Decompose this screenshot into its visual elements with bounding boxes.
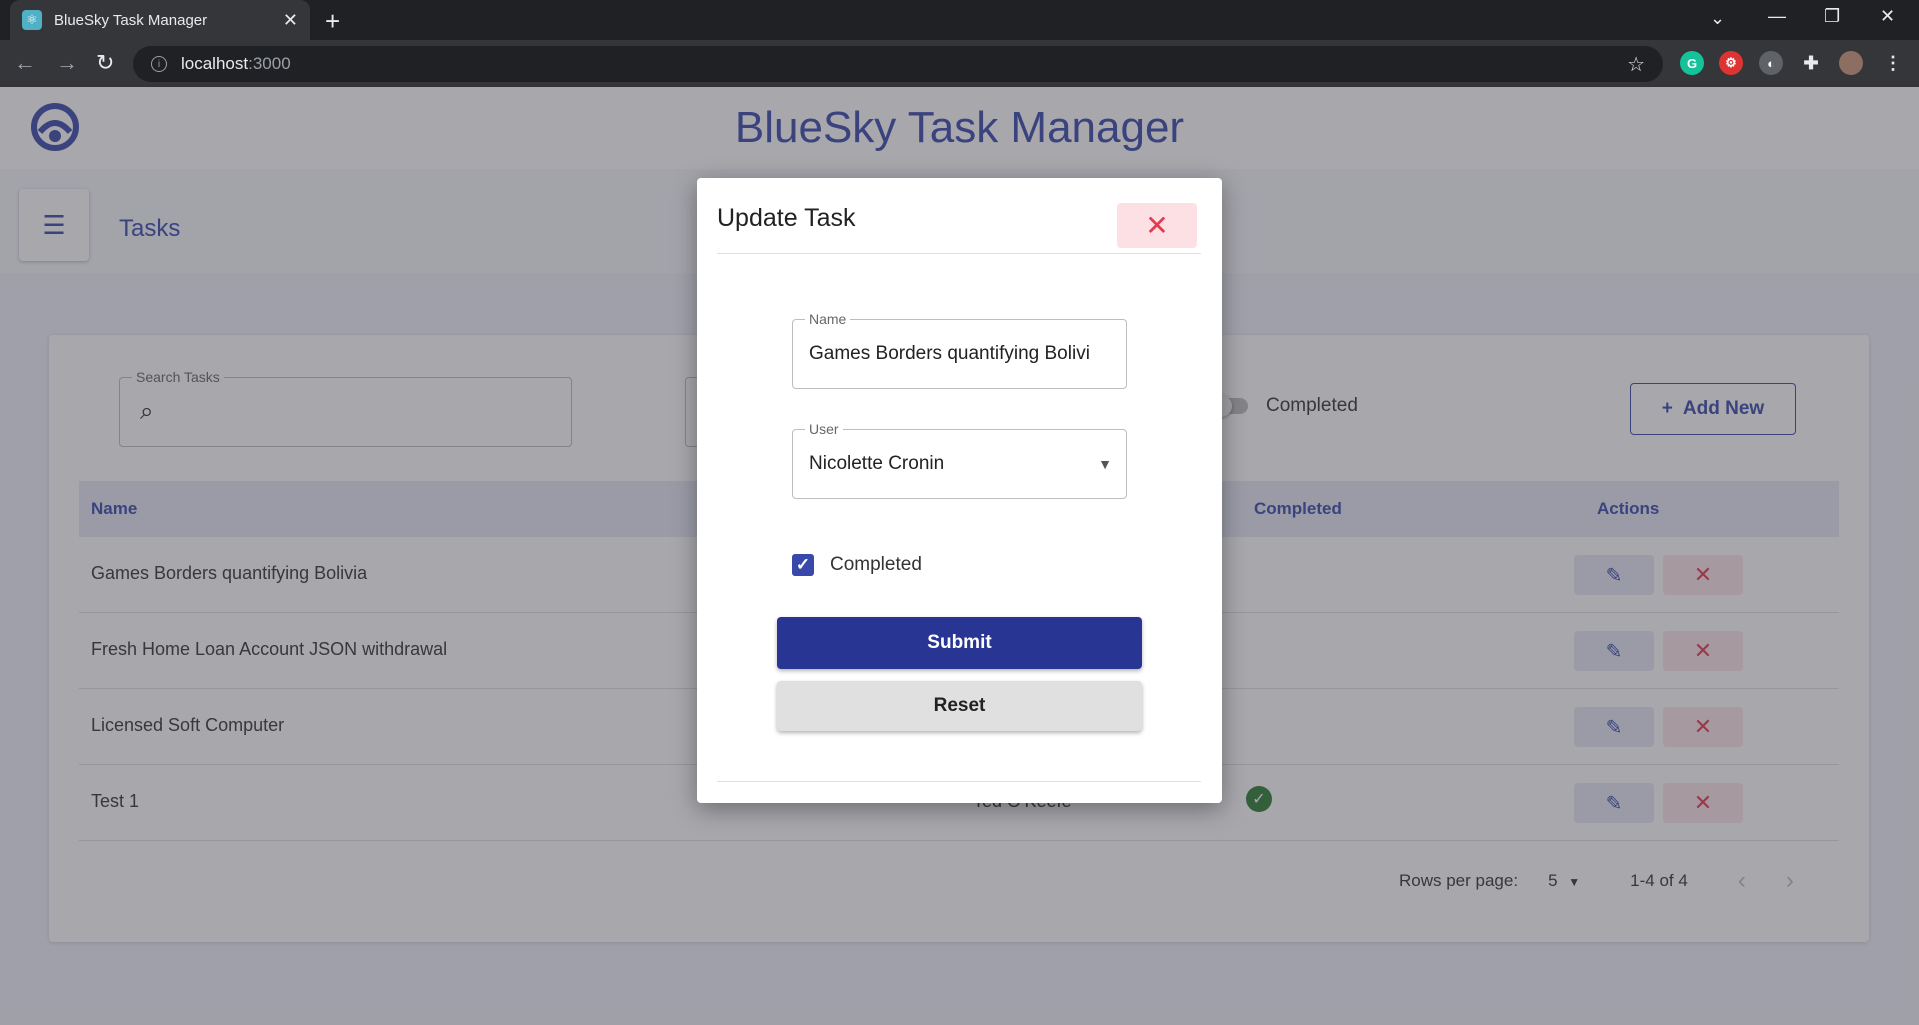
- new-tab-icon[interactable]: +: [325, 6, 340, 37]
- extension-off-icon[interactable]: ◐: [1759, 51, 1783, 75]
- submit-button[interactable]: Submit: [777, 617, 1142, 669]
- chevron-down-icon: ▼: [1098, 456, 1112, 472]
- user-select-value: Nicolette Cronin: [809, 453, 945, 474]
- restore-icon[interactable]: ❐: [1824, 6, 1840, 27]
- browser-toolbar: ← → ↻ i localhost :3000 ☆: [0, 40, 1919, 87]
- back-icon[interactable]: ←: [14, 50, 36, 76]
- name-field-label: Name: [805, 311, 851, 327]
- reload-icon[interactable]: ↻: [96, 50, 114, 76]
- divider: [717, 781, 1201, 782]
- react-favicon-icon: ⚛: [22, 10, 42, 30]
- puzzle-extensions-icon[interactable]: ✚: [1799, 51, 1823, 75]
- name-field[interactable]: Name Games Borders quantifying Bolivi: [792, 311, 1127, 389]
- update-task-dialog: Update Task ✕ Name Games Borders quantif…: [697, 178, 1222, 803]
- window-close-icon[interactable]: ✕: [1880, 6, 1895, 27]
- minimize-icon[interactable]: —: [1768, 6, 1786, 27]
- completed-checkbox-label: Completed: [830, 554, 922, 575]
- close-icon: ✕: [1145, 210, 1169, 241]
- url-port: :3000: [248, 54, 291, 73]
- browser-tab[interactable]: ⚛ BlueSky Task Manager ✕: [10, 0, 310, 40]
- site-info-icon[interactable]: i: [151, 56, 167, 72]
- profile-dropdown-icon[interactable]: ⌄: [1710, 8, 1725, 29]
- tab-close-icon[interactable]: ✕: [283, 10, 298, 31]
- completed-checkbox[interactable]: ✓: [792, 554, 814, 576]
- dialog-close-button[interactable]: ✕: [1117, 203, 1197, 248]
- name-field-value: Games Borders quantifying Bolivi: [809, 343, 1090, 364]
- reset-button[interactable]: Reset: [777, 681, 1142, 731]
- dialog-title: Update Task: [717, 204, 856, 232]
- completed-checkbox-row[interactable]: ✓ Completed: [792, 554, 922, 576]
- forward-icon[interactable]: →: [56, 50, 78, 76]
- avatar[interactable]: [1839, 51, 1863, 75]
- divider: [717, 253, 1201, 254]
- user-select[interactable]: User Nicolette Cronin ▼: [792, 421, 1127, 499]
- browser-tab-strip: ⚛ BlueSky Task Manager ✕ + ⌄ — ❐ ✕: [0, 0, 1919, 40]
- browser-menu-icon[interactable]: ⋮: [1881, 51, 1905, 75]
- user-select-label: User: [805, 421, 843, 437]
- bookmark-star-icon[interactable]: ☆: [1627, 52, 1645, 77]
- address-bar[interactable]: i localhost :3000 ☆: [133, 46, 1663, 82]
- extension-icon[interactable]: ⚙: [1719, 51, 1743, 75]
- grammarly-extension-icon[interactable]: G: [1680, 51, 1704, 75]
- browser-tab-title: BlueSky Task Manager: [54, 11, 208, 29]
- url-host: localhost: [181, 54, 249, 73]
